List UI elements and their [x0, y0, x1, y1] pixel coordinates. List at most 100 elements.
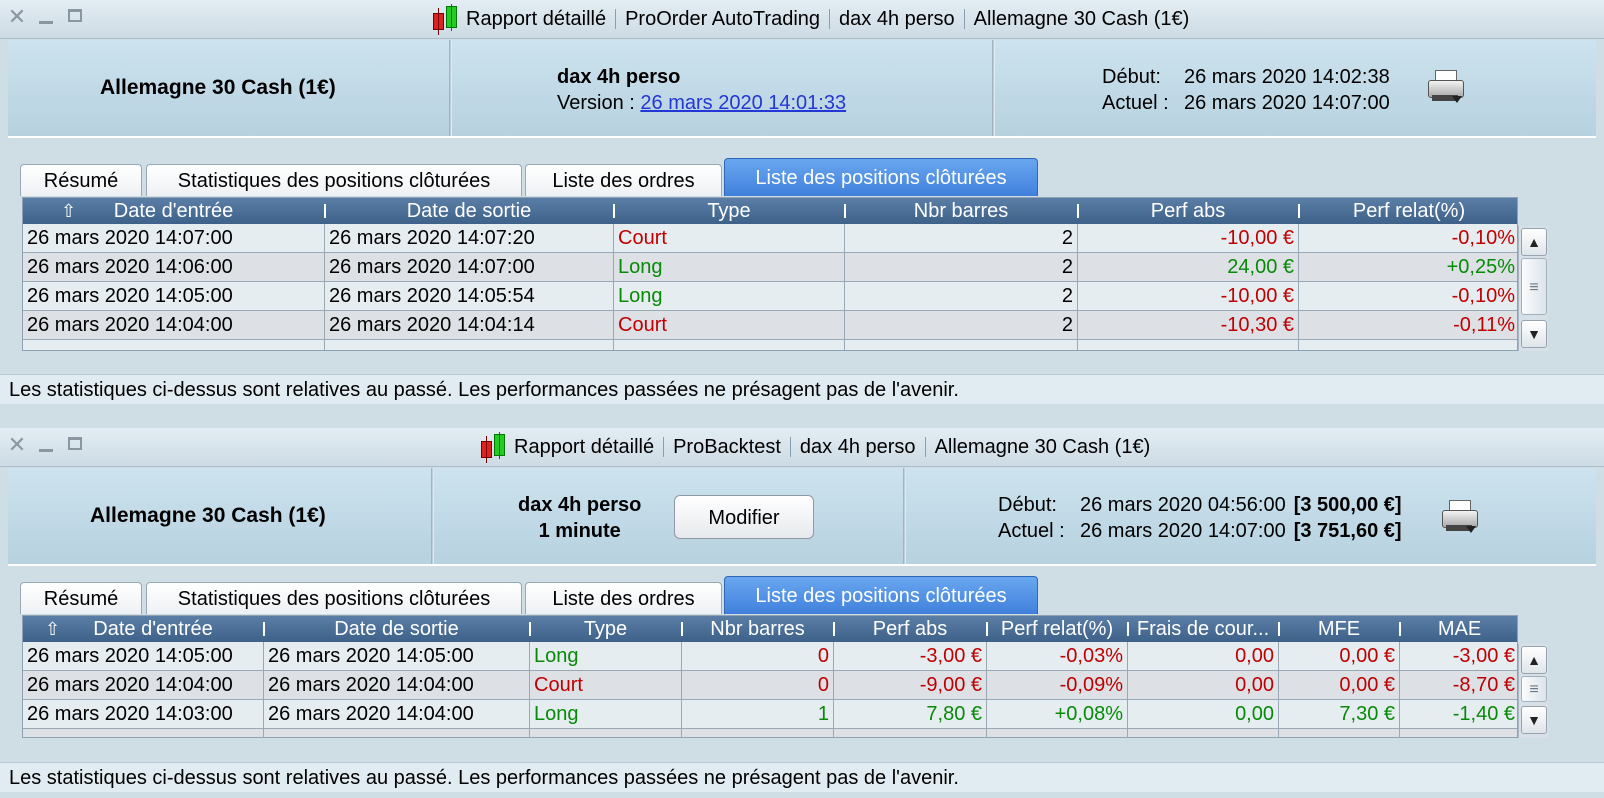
column-divider[interactable]	[529, 622, 531, 636]
table-row[interactable]: 26 mars 2020 14:05:00 26 mars 2020 14:05:…	[23, 642, 1517, 671]
tab-closed-positions-stats[interactable]: Statistiques des positions clôturées	[146, 164, 522, 196]
panel-divider	[992, 40, 995, 136]
strategy-info: dax 4h perso Version : 26 mars 2020 14:0…	[557, 64, 846, 116]
cell-exit: 26 mars 2020 14:04:00	[268, 674, 474, 696]
column-divider[interactable]	[681, 622, 683, 636]
tab-closed-positions-list[interactable]: Liste des positions clôturées	[724, 158, 1038, 196]
column-header[interactable]: Perf relat(%)	[987, 616, 1127, 642]
column-gridline	[1127, 642, 1128, 737]
column-header[interactable]: Nbr barres	[682, 616, 833, 642]
current-value: 26 mars 2020 14:07:00	[1184, 92, 1390, 114]
column-header[interactable]: Date de sortie	[325, 198, 613, 224]
minimize-icon[interactable]	[36, 7, 56, 27]
title-part-strategy: dax 4h perso	[799, 435, 916, 458]
table-row[interactable]	[23, 729, 1517, 737]
info-panel: Allemagne 30 Cash (1€) dax 4h perso Vers…	[8, 40, 1596, 138]
cell-bars: 0	[817, 645, 829, 667]
table-row[interactable]: 26 mars 2020 14:05:00 26 mars 2020 14:05:…	[23, 282, 1517, 311]
tab-order-list[interactable]: Liste des ordres	[525, 164, 722, 196]
table-scrollbar[interactable]: ▲ ≡ ▼	[1518, 644, 1548, 738]
scroll-down-icon[interactable]: ▼	[1521, 320, 1547, 348]
panel-divider	[903, 468, 906, 564]
title-separator	[829, 9, 831, 29]
cell-bars: 2	[1061, 314, 1073, 336]
table-row[interactable]	[23, 340, 1517, 350]
column-gridline	[263, 642, 264, 737]
close-icon[interactable]: ✕	[7, 6, 27, 28]
cell-perf_abs: -10,30 €	[1220, 314, 1294, 336]
scroll-up-icon[interactable]: ▲	[1521, 228, 1547, 256]
column-header[interactable]: Perf relat(%)	[1299, 198, 1517, 224]
column-divider[interactable]	[1077, 204, 1079, 218]
scrollbar-thumb[interactable]: ≡	[1521, 258, 1547, 315]
cell-type: Long	[534, 645, 579, 667]
candlestick-app-icon	[478, 432, 508, 463]
table-row[interactable]: 26 mars 2020 14:03:00 26 mars 2020 14:04:…	[23, 700, 1517, 729]
column-divider[interactable]	[1399, 622, 1401, 636]
scroll-up-icon[interactable]: ▲	[1521, 646, 1547, 674]
printer-icon[interactable]	[1426, 70, 1466, 104]
title-separator	[663, 437, 665, 457]
column-divider[interactable]	[1127, 622, 1129, 636]
tab-closed-positions-stats[interactable]: Statistiques des positions clôturées	[146, 582, 522, 614]
scrollbar-thumb[interactable]: ≡	[1521, 676, 1547, 702]
window-titlebar[interactable]: ✕ Rapport détaillé ProOrder AutoTrading …	[0, 0, 1604, 39]
table-row[interactable]: 26 mars 2020 14:07:00 26 mars 2020 14:07:…	[23, 224, 1517, 253]
version-link[interactable]: 26 mars 2020 14:01:33	[640, 92, 846, 114]
tab-order-list[interactable]: Liste des ordres	[525, 582, 722, 614]
column-divider[interactable]	[1278, 622, 1280, 636]
column-header[interactable]: Date d'entrée	[23, 616, 263, 642]
maximize-icon[interactable]	[66, 435, 86, 455]
modify-button[interactable]: Modifier	[674, 495, 814, 539]
cell-type: Long	[534, 703, 579, 725]
start-label: Début:	[998, 494, 1057, 516]
window-title: Rapport détaillé ProBacktest dax 4h pers…	[478, 428, 1150, 466]
column-divider[interactable]	[613, 204, 615, 218]
table-row[interactable]: 26 mars 2020 14:04:00 26 mars 2020 14:04:…	[23, 311, 1517, 340]
window-title: Rapport détaillé ProOrder AutoTrading da…	[430, 0, 1189, 38]
table-row[interactable]: 26 mars 2020 14:04:00 26 mars 2020 14:04:…	[23, 671, 1517, 700]
column-divider[interactable]	[844, 204, 846, 218]
column-header[interactable]: Nbr barres	[845, 198, 1077, 224]
printer-icon[interactable]	[1440, 500, 1480, 534]
column-divider[interactable]	[324, 204, 326, 218]
cell-mae: -8,70 €	[1452, 674, 1515, 696]
cell-entry: 26 mars 2020 14:06:00	[27, 256, 233, 278]
cell-entry: 26 mars 2020 14:05:00	[27, 285, 233, 307]
instrument-name: Allemagne 30 Cash (1€)	[100, 76, 336, 99]
maximize-icon[interactable]	[66, 7, 86, 27]
window-titlebar[interactable]: ✕ Rapport détaillé ProBacktest dax 4h pe…	[0, 428, 1604, 467]
cell-exit: 26 mars 2020 14:05:00	[268, 645, 474, 667]
tab-bar: Résumé Statistiques des positions clôtur…	[20, 158, 1050, 198]
column-header[interactable]: Date d'entrée	[23, 198, 324, 224]
cell-entry: 26 mars 2020 14:03:00	[27, 703, 233, 725]
tab-resume[interactable]: Résumé	[20, 164, 142, 196]
column-header[interactable]: MAE	[1400, 616, 1517, 642]
column-divider[interactable]	[833, 622, 835, 636]
column-header[interactable]: MFE	[1279, 616, 1399, 642]
minimize-icon[interactable]	[36, 435, 56, 455]
tab-resume[interactable]: Résumé	[20, 582, 142, 614]
column-header[interactable]: Date de sortie	[264, 616, 529, 642]
close-icon[interactable]: ✕	[7, 434, 27, 456]
column-divider[interactable]	[263, 622, 265, 636]
tab-closed-positions-list[interactable]: Liste des positions clôturées	[724, 576, 1038, 614]
column-divider[interactable]	[1298, 204, 1300, 218]
table-scrollbar[interactable]: ▲ ≡ ▼	[1518, 226, 1548, 351]
table-row[interactable]: 26 mars 2020 14:06:00 26 mars 2020 14:07:…	[23, 253, 1517, 282]
current-capital: [3 751,60 €]	[1293, 520, 1402, 542]
scroll-down-icon[interactable]: ▼	[1521, 706, 1547, 734]
column-header[interactable]: Type	[614, 198, 844, 224]
column-header[interactable]: Frais de cour...	[1128, 616, 1278, 642]
cell-exit: 26 mars 2020 14:04:14	[329, 314, 535, 336]
column-header[interactable]: Type	[530, 616, 681, 642]
cell-exit: 26 mars 2020 14:05:54	[329, 285, 535, 307]
column-divider[interactable]	[986, 622, 988, 636]
column-header[interactable]: Perf abs	[834, 616, 986, 642]
disclaimer-text: Les statistiques ci-dessus sont relative…	[0, 762, 1604, 792]
cell-perf_rel: -0,10%	[1451, 227, 1515, 249]
column-header[interactable]: Perf abs	[1078, 198, 1298, 224]
tab-bar: Résumé Statistiques des positions clôtur…	[20, 576, 1050, 616]
date-info: Début: 26 mars 2020 04:56:00 [3 500,00 €] …	[998, 492, 1402, 544]
title-part-module: ProBacktest	[673, 435, 781, 458]
